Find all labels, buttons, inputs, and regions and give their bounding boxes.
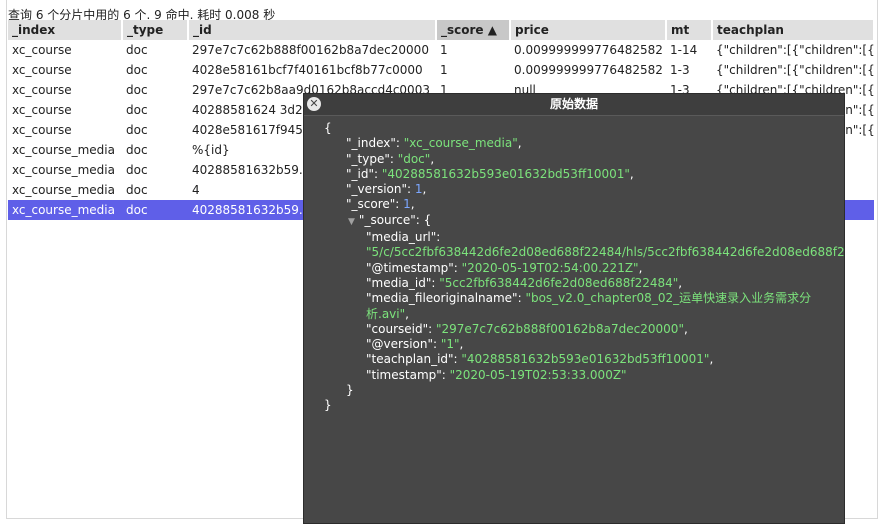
table-cell: doc bbox=[126, 123, 148, 137]
table-cell: xc_course_media bbox=[12, 163, 115, 177]
column-header-id[interactable]: _id bbox=[188, 20, 437, 40]
json-open-brace: { bbox=[324, 121, 332, 135]
json-line-id: "_id": "40288581632b593e01632bd53ff10001… bbox=[346, 166, 634, 181]
table-cell: {"children":[{"children":[{ bbox=[716, 43, 874, 57]
json-line-score: "_score": 1, bbox=[346, 197, 415, 212]
json-line-timestamp-at: "@timestamp": "2020-05-19T02:54:00.221Z"… bbox=[366, 260, 643, 275]
column-header-price[interactable]: price bbox=[510, 20, 667, 40]
column-header-index[interactable]: _index bbox=[8, 20, 123, 40]
table-cell: 1 bbox=[440, 63, 448, 77]
table-cell: xc_course bbox=[12, 123, 72, 137]
json-line-media-url: "media_url": bbox=[366, 230, 441, 245]
json-line-filename: "media_fileoriginalname": "bos_v2.0_chap… bbox=[366, 291, 812, 321]
table-cell: doc bbox=[122, 200, 188, 220]
json-line-media-id: "media_id": "5cc2fbf638442d6fe2d08ed688f… bbox=[366, 275, 683, 290]
json-viewer: { "_index": "xc_course_media", "_type": … bbox=[304, 116, 844, 523]
table-row[interactable]: xc_course doc 297e7c7c62b888f00162b8a7dec2… bbox=[8, 40, 874, 60]
dialog-title-bar: ✕ 原始数据 bbox=[304, 94, 844, 116]
table-cell: doc bbox=[126, 103, 148, 117]
table-cell: 0.009999999776482582 bbox=[514, 43, 663, 57]
json-line-courseid: "courseid": "297e7c7c62b888f00162b8a7dec… bbox=[366, 321, 688, 336]
table-cell: doc bbox=[126, 183, 148, 197]
table-cell: 1-3 bbox=[670, 63, 690, 77]
table-cell: doc bbox=[126, 63, 148, 77]
table-cell: {"children":[{"children":[{ bbox=[716, 63, 874, 77]
column-header-mt[interactable]: mt bbox=[666, 20, 713, 40]
table-cell: xc_course_media bbox=[12, 143, 115, 157]
table-cell: doc bbox=[126, 83, 148, 97]
header-row: _index _type _id _score ▲ price mt teach… bbox=[8, 20, 875, 40]
table-cell: xc_course bbox=[12, 63, 72, 77]
json-line-version: "_version": 1, bbox=[346, 182, 427, 197]
table-cell: xc_course_media bbox=[12, 183, 115, 197]
json-line-index: "_index": "xc_course_media", bbox=[346, 136, 522, 151]
table-row[interactable]: xc_course doc 4028e58161bcf7f40161bcf8b77c… bbox=[8, 60, 874, 80]
json-source-toggle[interactable]: ▼ "_source": { bbox=[324, 213, 844, 230]
table-cell: xc_course bbox=[12, 103, 72, 117]
table-cell: xc_course_media bbox=[8, 200, 122, 220]
raw-data-dialog: ✕ 原始数据 { "_index": "xc_course_media", "_… bbox=[303, 93, 845, 524]
table-cell: xc_course bbox=[12, 43, 72, 57]
close-icon[interactable]: ✕ bbox=[307, 97, 321, 111]
dialog-title: 原始数据 bbox=[549, 97, 598, 111]
table-cell: doc bbox=[126, 143, 148, 157]
json-source-close: } bbox=[346, 383, 354, 398]
collapse-triangle-icon[interactable]: ▼ bbox=[348, 217, 355, 227]
column-header-score[interactable]: _score ▲ bbox=[436, 20, 511, 40]
json-close-brace: } bbox=[324, 398, 332, 413]
table-cell: doc bbox=[126, 43, 148, 57]
json-line-type: "_type": "doc", bbox=[346, 151, 435, 166]
column-header-teachplan[interactable]: teachplan bbox=[712, 20, 875, 40]
json-line-timestamp: "timestamp": "2020-05-19T02:53:33.000Z" bbox=[366, 367, 627, 382]
table-cell: 0.009999999776482582 bbox=[514, 63, 663, 77]
table-cell: doc bbox=[126, 163, 148, 177]
column-header-type[interactable]: _type bbox=[122, 20, 189, 40]
table-cell: xc_course bbox=[12, 83, 72, 97]
table-cell: 1-14 bbox=[670, 43, 698, 57]
json-line-teachplan-id: "teachplan_id": "40288581632b593e01632bd… bbox=[366, 352, 714, 367]
json-line-media-url-value: "5/c/5cc2fbf638442d6fe2d08ed688f22484/hl… bbox=[366, 245, 844, 260]
json-line-version2: "@version": "1", bbox=[366, 337, 464, 352]
table-cell: 4028e58161bcf7f40161bcf8b77c0000 bbox=[192, 63, 423, 77]
table-cell: 1 bbox=[440, 43, 448, 57]
table-cell: 297e7c7c62b888f00162b8a7dec20000 bbox=[192, 43, 429, 57]
